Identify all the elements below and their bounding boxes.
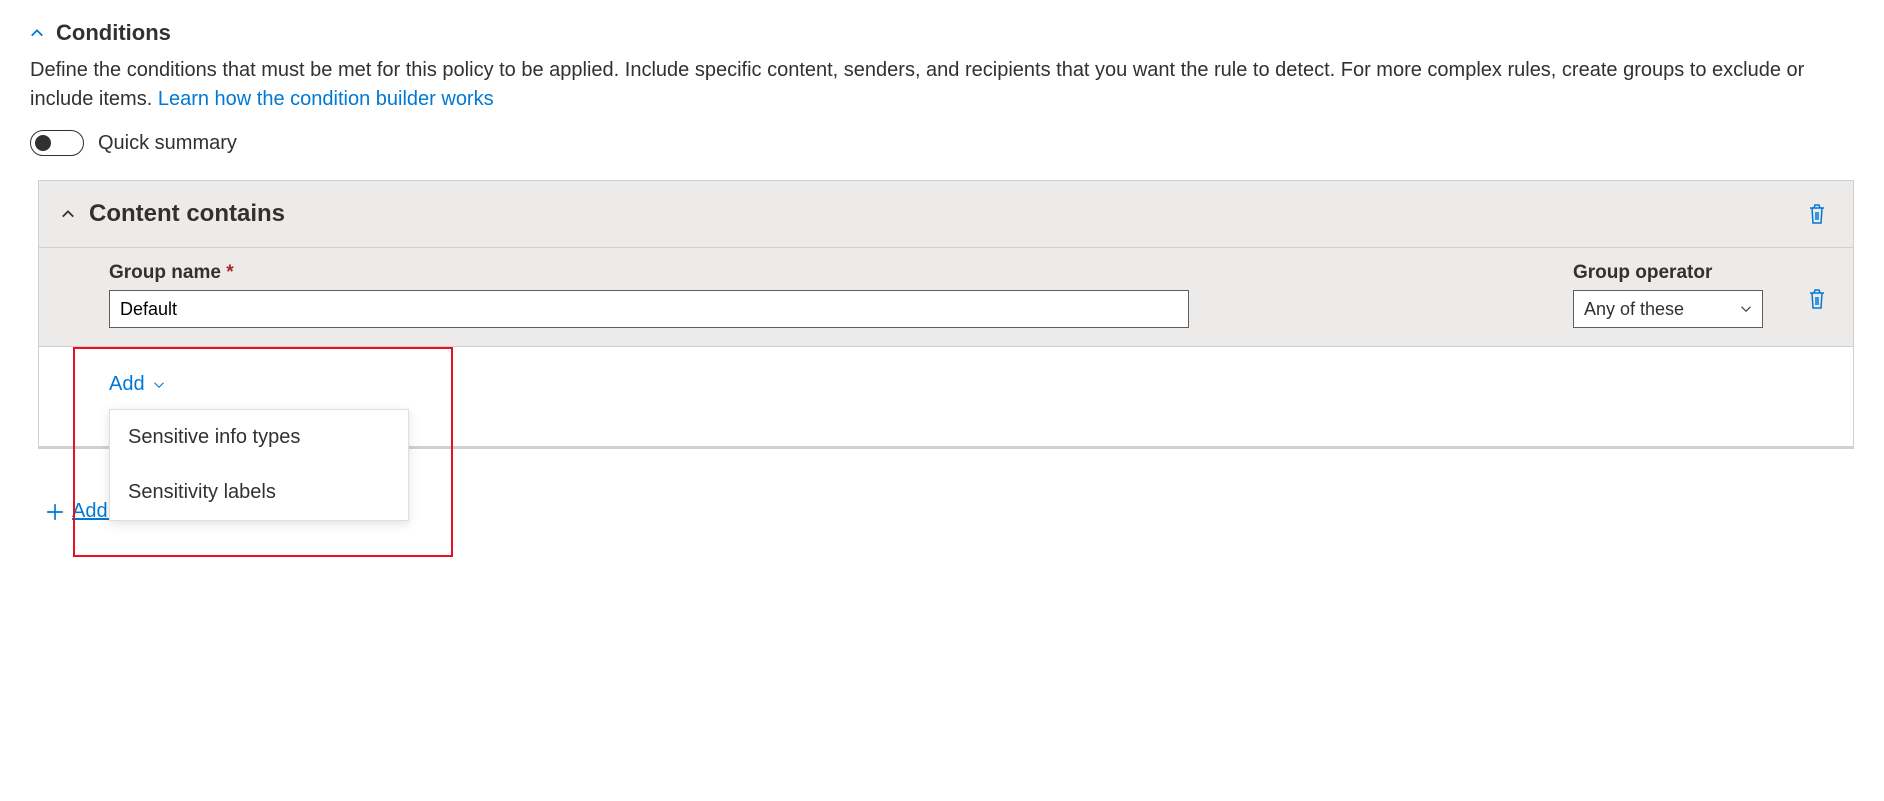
panel-title: Content contains xyxy=(89,200,285,228)
group-operator-label: Group operator xyxy=(1573,262,1763,284)
trash-icon xyxy=(1807,203,1827,225)
group-name-label-text: Group name xyxy=(109,262,221,283)
add-label: Add xyxy=(109,373,145,396)
group-operator-select[interactable]: Any of these xyxy=(1573,290,1763,328)
group-operator-value: Any of these xyxy=(1584,299,1684,320)
chevron-up-icon[interactable] xyxy=(61,207,75,221)
group-operator-block: Group operator Any of these xyxy=(1573,262,1763,328)
group-name-block: Group name * xyxy=(109,262,1533,328)
quick-summary-row: Quick summary xyxy=(30,130,1854,156)
learn-link[interactable]: Learn how the condition builder works xyxy=(158,88,494,110)
add-area: Add Sensitive info types Sensitivity lab… xyxy=(39,347,1853,447)
group-row: Group name * Group operator Any of these xyxy=(39,248,1853,347)
conditions-description: Define the conditions that must be met f… xyxy=(30,56,1854,114)
toggle-knob xyxy=(35,135,51,151)
content-contains-panel: Content contains Group name * Group oper… xyxy=(38,180,1854,448)
group-name-label: Group name * xyxy=(109,262,1533,284)
conditions-section-header[interactable]: Conditions xyxy=(30,20,1854,46)
quick-summary-toggle[interactable] xyxy=(30,130,84,156)
trash-icon xyxy=(1807,288,1827,310)
menu-item-sensitive-info-types[interactable]: Sensitive info types xyxy=(110,410,408,465)
delete-panel-button[interactable] xyxy=(1803,199,1831,229)
plus-icon xyxy=(46,503,64,521)
group-name-input[interactable] xyxy=(109,290,1189,328)
delete-group-button[interactable] xyxy=(1803,284,1831,314)
add-dropdown-menu: Sensitive info types Sensitivity labels xyxy=(109,409,409,521)
chevron-down-icon xyxy=(153,379,165,391)
chevron-up-icon xyxy=(30,26,44,40)
panel-header: Content contains xyxy=(39,181,1853,248)
chevron-down-icon xyxy=(1740,303,1752,315)
menu-item-sensitivity-labels[interactable]: Sensitivity labels xyxy=(110,465,408,520)
quick-summary-label: Quick summary xyxy=(98,132,237,155)
add-dropdown-button[interactable]: Add xyxy=(109,373,165,396)
required-star: * xyxy=(226,262,233,283)
conditions-title: Conditions xyxy=(56,20,171,46)
